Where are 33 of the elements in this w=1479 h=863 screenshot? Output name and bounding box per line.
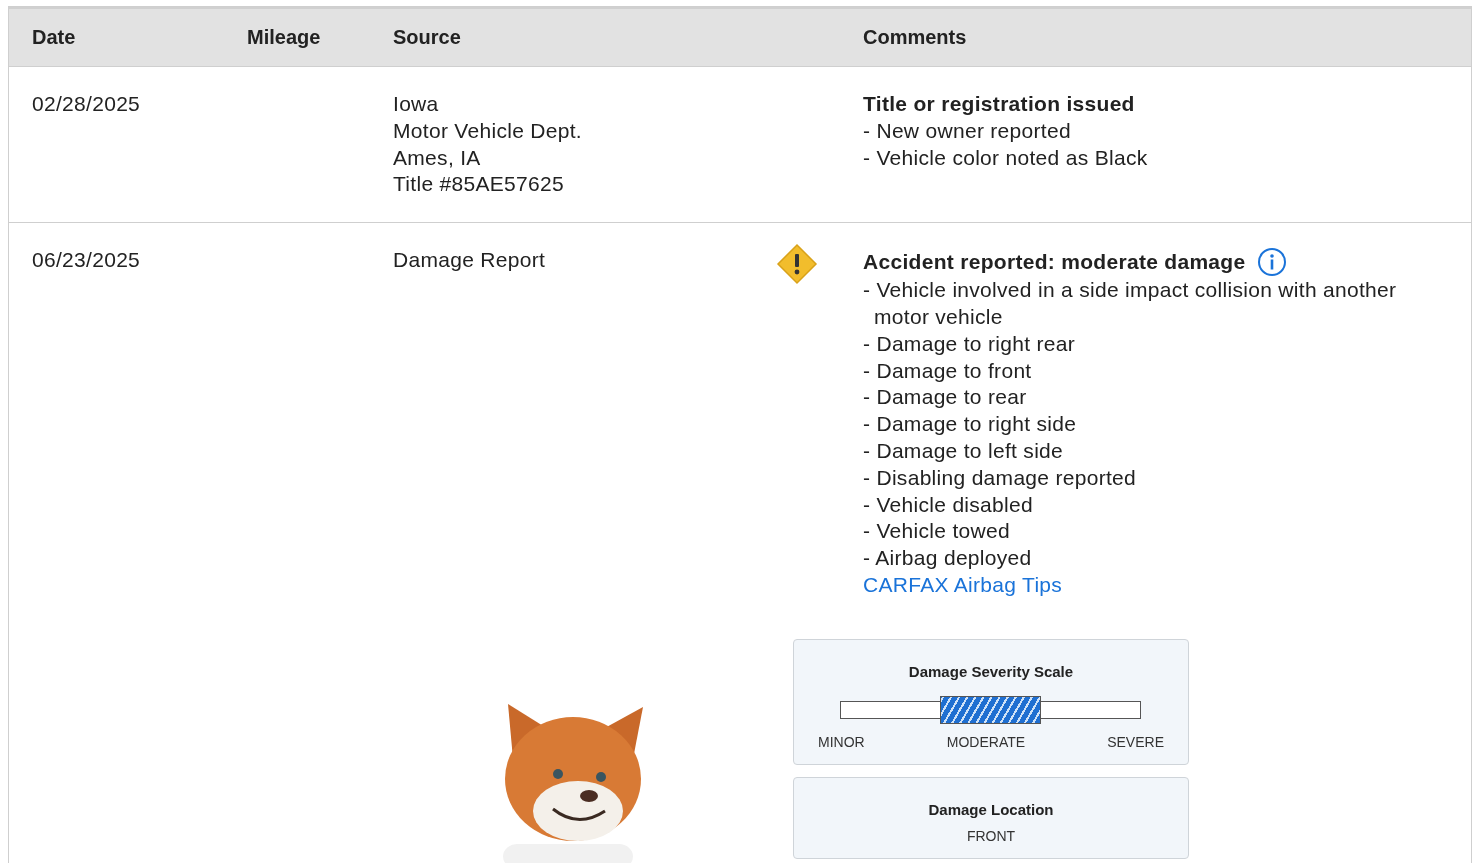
event-detail: - Damage to right side [863,411,1078,438]
column-header: Mileage [247,26,322,49]
source-line: Ames, IA [393,144,482,171]
event-detail: - Damage to rear [863,384,1028,411]
event-detail: - Airbag deployed [863,545,1033,572]
source-line: Title #85AE57625 [393,171,565,198]
column-header: Comments [863,26,968,49]
event-detail: - Disabling damage reported [863,464,1138,491]
column-header: Source [393,26,462,49]
event-title: Title or registration issued [863,91,1135,117]
event-detail: - Vehicle towed [863,518,1011,545]
column-header: Date [32,26,77,49]
date-cell-text: 06/23/2025 [32,247,142,274]
source-line: Motor Vehicle Dept. [393,117,583,144]
event-detail: - Vehicle disabled [863,491,1034,518]
severity-label: MINOR [818,732,865,752]
location-value: FRONT [966,826,1016,846]
date-cell-text: 02/28/2025 [32,91,142,117]
event-detail: - Damage to right rear [863,330,1077,357]
location-title: Damage Location [928,799,1054,820]
severity-label: MODERATE [946,732,1026,752]
source-line: Damage Report [393,247,547,274]
event-detail: - Vehicle color noted as Black [863,144,1149,171]
info-icon[interactable] [1257,247,1288,278]
severity-label: SEVERE [1107,732,1164,752]
event-title: Accident reported: moderate damage [863,248,1246,275]
event-detail: - Vehicle involved in a side impact collision with another motor vehicle [863,277,1398,330]
event-detail: - New owner reported [863,117,1072,144]
event-detail: - Damage to front [863,357,1033,384]
airbag-tips-link[interactable]: CARFAX Airbag Tips [863,572,1063,596]
severity-title: Damage Severity Scale [908,661,1074,682]
source-line: Iowa [393,91,440,117]
event-detail: - Damage to left side [863,437,1065,464]
